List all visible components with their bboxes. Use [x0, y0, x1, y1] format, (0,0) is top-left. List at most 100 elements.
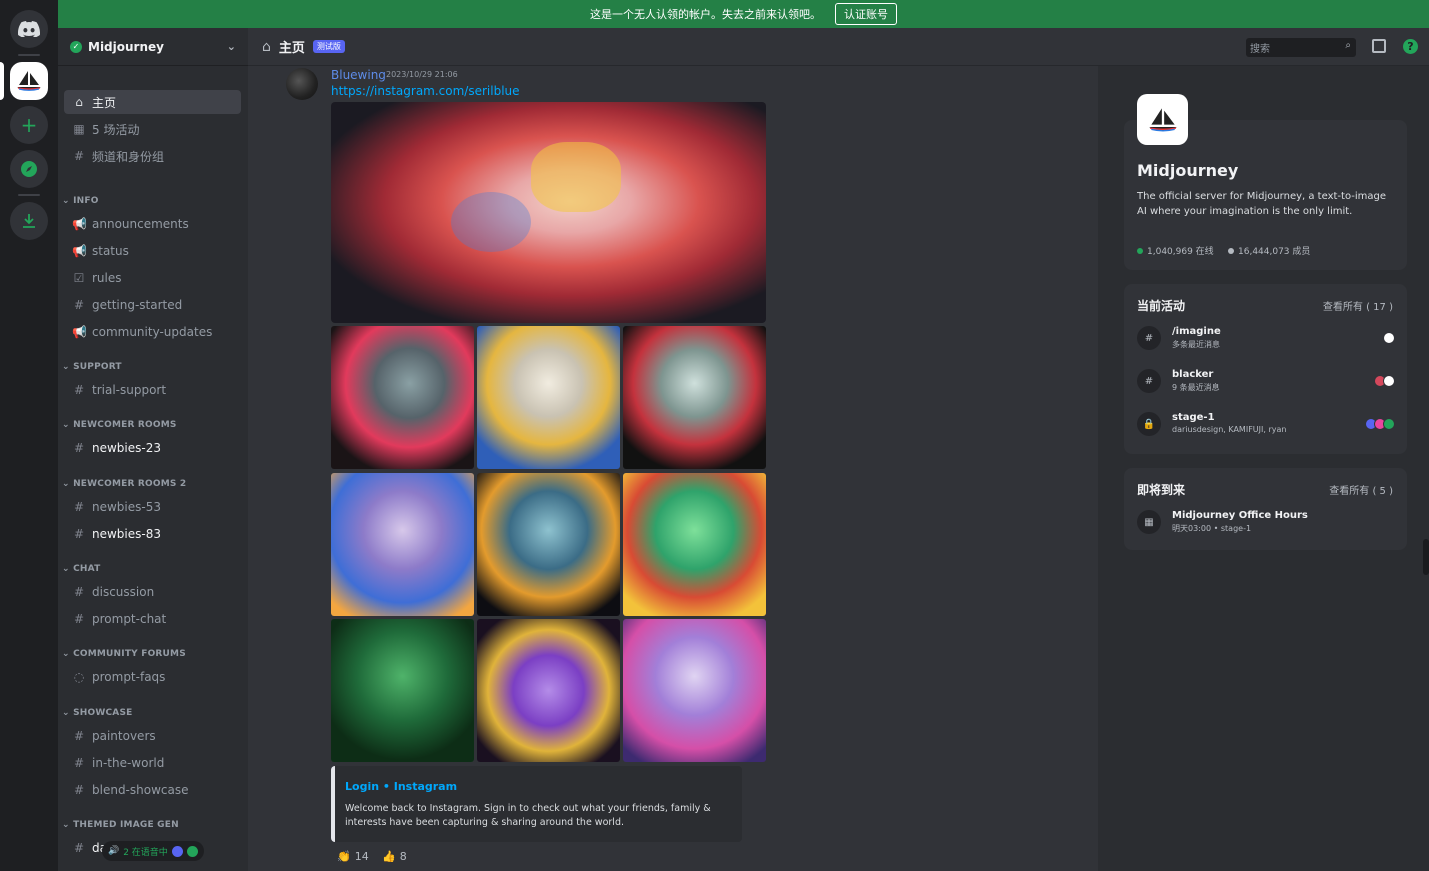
server-icon: [1137, 94, 1188, 145]
channel-newbies-83[interactable]: # newbies-83: [64, 522, 241, 546]
verified-check-icon: ✓: [70, 40, 82, 53]
nav-label: 主页: [92, 95, 117, 110]
channel-blend-showcase[interactable]: # blend-showcase: [64, 778, 241, 802]
message-link[interactable]: https://instagram.com/serilblue: [331, 84, 520, 98]
inbox-icon[interactable]: [1372, 39, 1386, 53]
channel-prompt-faqs[interactable]: ◌ prompt-faqs: [64, 665, 241, 689]
attached-image-thumb[interactable]: [477, 619, 620, 762]
member-count: 16,444,073 成员: [1228, 244, 1310, 257]
beta-badge: 测试版: [312, 40, 345, 53]
speaker-icon: 🔊: [108, 846, 120, 856]
announcement-icon: 📢: [72, 244, 87, 258]
attached-image-thumb[interactable]: [477, 326, 620, 469]
channel-community-updates[interactable]: 📢 community-updates: [64, 320, 241, 344]
upcoming-see-all-link[interactable]: 查看所有 ( 5 ): [1329, 482, 1393, 497]
avatar: [1383, 375, 1395, 387]
thumbs-up-icon: 👍: [382, 849, 396, 863]
activity-see-all-link[interactable]: 查看所有 ( 17 ): [1323, 298, 1393, 313]
verify-account-button[interactable]: 认证账号: [835, 3, 897, 25]
home-icon: ⌂: [75, 95, 83, 109]
scrollbar-thumb[interactable]: [1423, 539, 1429, 575]
hash-icon: #: [73, 729, 85, 743]
upcoming-title: 即将到来: [1137, 483, 1186, 497]
server-title: Midjourney: [1137, 161, 1239, 180]
attached-image-thumb[interactable]: [331, 326, 474, 469]
discord-home-button[interactable]: [10, 10, 48, 48]
threads-icon: #: [73, 585, 85, 599]
add-server-button[interactable]: +: [10, 106, 48, 144]
avatar: [171, 845, 183, 857]
member-dot-icon: [1228, 247, 1234, 254]
nav-home[interactable]: ⌂ 主页: [64, 90, 241, 114]
channel-newbies-53[interactable]: # newbies-53: [64, 495, 241, 519]
category-newcomer-rooms[interactable]: ⌄ NEWCOMER ROOMS: [62, 420, 177, 430]
current-activity-card: 当前活动 查看所有 ( 17 ) # /imagine 多条最近消息 # bla…: [1124, 284, 1407, 454]
channel-in-the-world[interactable]: # in-the-world: [64, 751, 241, 775]
download-apps-button[interactable]: [10, 202, 48, 240]
avatar[interactable]: [286, 68, 318, 100]
selected-server-indicator: [0, 62, 4, 100]
rail-separator: [18, 194, 40, 196]
category-themed-image-gen[interactable]: ⌄ THEMED IMAGE GEN: [62, 820, 179, 830]
reaction-thumbs-up[interactable]: 👍 8: [378, 847, 411, 865]
category-showcase[interactable]: ⌄ SHOWCASE: [62, 708, 132, 718]
channel-paintovers[interactable]: # paintovers: [64, 724, 241, 748]
message-author[interactable]: Bluewing: [331, 68, 386, 82]
calendar-icon: ▦: [1137, 510, 1161, 534]
category-newcomer-rooms-2[interactable]: ⌄ NEWCOMER ROOMS 2: [62, 479, 186, 489]
server-description: The official server for Midjourney, a te…: [1137, 191, 1387, 217]
explore-servers-button[interactable]: [10, 150, 48, 188]
search-input[interactable]: 搜索 ⌕: [1246, 38, 1356, 57]
reaction-clap[interactable]: 👏 14: [333, 847, 373, 865]
upcoming-events-card: 即将到来 查看所有 ( 5 ) ▦ Midjourney Office Hour…: [1124, 468, 1407, 550]
activity-item[interactable]: 🔒 stage-1 dariusdesign, KAMIFUJI, ryan: [1137, 410, 1395, 438]
embed-provider-link[interactable]: Login • Instagram: [345, 780, 457, 793]
banner-message: 这是一个无人认领的帐户。失去之前来认领吧。: [590, 8, 821, 21]
category-support[interactable]: ⌄ SUPPORT: [62, 362, 122, 372]
channel-newbies-23[interactable]: # newbies-23: [64, 436, 241, 460]
category-chat[interactable]: ⌄ CHAT: [62, 564, 100, 574]
channel-rules[interactable]: ☑ rules: [64, 266, 241, 290]
attached-image-thumb[interactable]: [623, 619, 766, 762]
activity-item[interactable]: # blacker 9 条最近消息: [1137, 367, 1395, 395]
message-timestamp: 2023/10/29 21:06: [386, 70, 458, 79]
channel-announcements[interactable]: 📢 announcements: [64, 212, 241, 236]
attached-image-thumb[interactable]: [331, 619, 474, 762]
plus-icon: +: [20, 113, 38, 137]
channel-discussion[interactable]: # discussion: [64, 580, 241, 604]
avatar: [1383, 418, 1395, 430]
server-midjourney-button[interactable]: [10, 62, 48, 100]
server-rail: +: [0, 0, 58, 871]
channel-trial-support[interactable]: # trial-support: [64, 378, 241, 402]
voice-activity-pill[interactable]: 🔊 2 在语音中: [102, 841, 204, 861]
threads-icon: #: [73, 441, 85, 455]
category-community-forums[interactable]: ⌄ COMMUNITY FORUMS: [62, 649, 186, 659]
chevron-down-icon: ⌄: [226, 40, 236, 53]
event-item[interactable]: ▦ Midjourney Office Hours 明天03:00 • stag…: [1137, 508, 1395, 536]
channel-status[interactable]: 📢 status: [64, 239, 241, 263]
attached-image-thumb[interactable]: [477, 473, 620, 616]
activity-item[interactable]: # /imagine 多条最近消息: [1137, 324, 1395, 352]
message-feed: Bluewing 2023/10/29 21:06 https://instag…: [248, 66, 1098, 871]
nav-channels-roles[interactable]: # 频道和身份组: [64, 144, 241, 168]
attached-image-thumb[interactable]: [623, 326, 766, 469]
attached-image-main[interactable]: [331, 102, 766, 323]
server-header[interactable]: ✓ Midjourney ⌄: [58, 28, 248, 66]
home-icon: ⌂: [262, 38, 271, 55]
hash-icon: #: [73, 298, 85, 312]
rail-separator: [18, 54, 40, 56]
channel-getting-started[interactable]: # getting-started: [64, 293, 241, 317]
midjourney-boat-icon: [17, 71, 41, 91]
attached-image-thumb[interactable]: [331, 473, 474, 616]
help-icon[interactable]: ?: [1403, 39, 1418, 54]
channel-prompt-chat[interactable]: # prompt-chat: [64, 607, 241, 631]
online-count: 1,040,969 在线: [1137, 244, 1214, 257]
nav-events[interactable]: ▦ 5 场活动: [64, 117, 241, 141]
hash-icon: #: [73, 383, 85, 397]
category-info[interactable]: ⌄ INFO: [62, 196, 99, 206]
threads-icon: #: [1137, 369, 1161, 393]
threads-icon: #: [73, 500, 85, 514]
attached-image-thumb[interactable]: [623, 473, 766, 616]
unclaimed-account-banner: 这是一个无人认领的帐户。失去之前来认领吧。 认证账号: [58, 0, 1429, 28]
search-icon: ⌕: [1345, 40, 1351, 51]
